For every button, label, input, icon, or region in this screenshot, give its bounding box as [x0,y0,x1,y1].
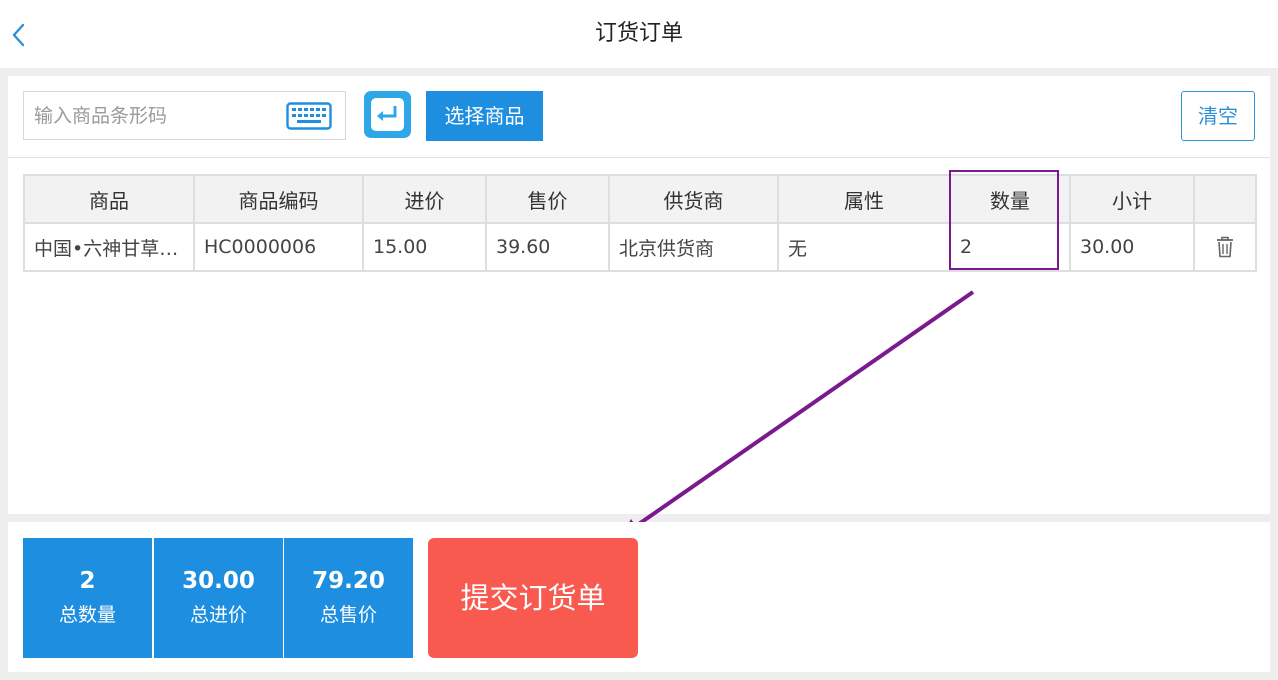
column-header-code: 商品编码 [193,174,364,224]
enter-return-icon [371,98,404,131]
clear-button[interactable]: 清空 [1181,91,1255,141]
trash-icon[interactable] [1214,235,1236,259]
column-header-product: 商品 [23,174,195,224]
order-items-table: 商品 商品编码 进价 售价 供货商 属性 数量 小计 中国•六神甘草… HC00… [23,174,1257,272]
barcode-search-box [23,91,346,140]
cell-product-name: 中国•六神甘草… [23,222,195,272]
enter-button[interactable] [364,91,411,138]
table-row[interactable]: 中国•六神甘草… HC0000006 15.00 39.60 北京供货商 无 2… [23,222,1257,272]
total-quantity-value: 2 [79,568,96,594]
total-quantity-label: 总数量 [58,604,116,626]
cell-subtotal: 30.00 [1069,222,1195,272]
total-price-value: 79.20 [312,568,385,594]
barcode-input[interactable] [24,92,299,139]
cell-quantity[interactable]: 2 [949,222,1071,272]
cell-delete [1193,222,1257,272]
column-header-supplier: 供货商 [608,174,779,224]
table-header-row: 商品 商品编码 进价 售价 供货商 属性 数量 小计 [23,174,1257,224]
select-product-button[interactable]: 选择商品 [426,91,543,141]
column-header-quantity: 数量 [949,174,1071,224]
total-price-stat: 79.20 总售价 [284,538,413,658]
keyboard-icon[interactable] [286,102,332,130]
cell-supplier: 北京供货商 [608,222,779,272]
cell-price: 39.60 [485,222,610,272]
app-header: 订货订单 [0,0,1278,68]
column-header-attribute: 属性 [777,174,951,224]
cell-cost: 15.00 [362,222,487,272]
total-cost-label: 总进价 [189,604,247,626]
total-quantity-stat: 2 总数量 [23,538,152,658]
column-header-subtotal: 小计 [1069,174,1195,224]
column-header-price: 售价 [485,174,610,224]
total-cost-value: 30.00 [182,568,255,594]
toolbar: 选择商品 清空 [8,76,1270,158]
cell-product-code: HC0000006 [193,222,364,272]
order-panel: 选择商品 清空 商品 商品编码 进价 售价 供货商 属性 数量 小计 [8,76,1270,514]
page-title: 订货订单 [594,21,683,46]
column-header-cost: 进价 [362,174,487,224]
total-price-label: 总售价 [319,604,377,626]
cell-attribute: 无 [777,222,951,272]
submit-order-button[interactable]: 提交订货单 [428,538,638,658]
column-header-action [1193,174,1257,224]
order-summary-footer: 2 总数量 30.00 总进价 79.20 总售价 提交订货单 [8,522,1270,672]
total-cost-stat: 30.00 总进价 [154,538,283,658]
order-table-wrapper: 商品 商品编码 进价 售价 供货商 属性 数量 小计 中国•六神甘草… HC00… [23,174,1257,272]
